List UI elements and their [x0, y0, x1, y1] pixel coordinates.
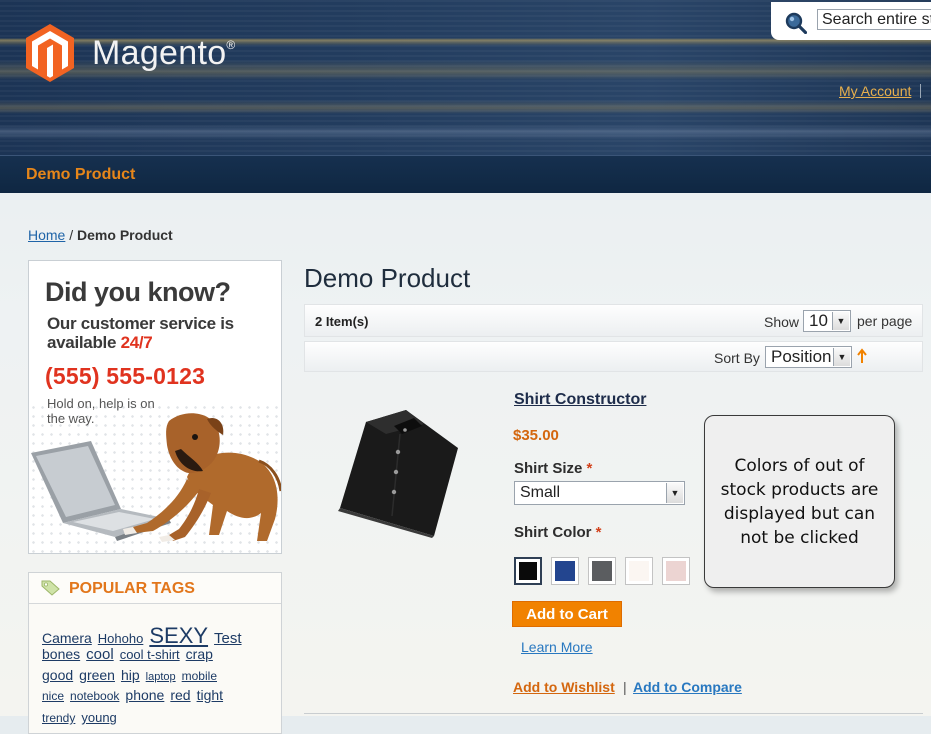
sort-by-select[interactable]: Position ▼	[765, 346, 852, 368]
items-count: 2 Item(s)	[315, 314, 369, 329]
color-swatch-fill	[592, 561, 612, 581]
tag-link[interactable]: trendy	[42, 711, 75, 725]
add-to-wishlist-link[interactable]: Add to Wishlist	[513, 679, 615, 695]
account-links-divider	[920, 84, 921, 98]
tag-link[interactable]: hip	[121, 667, 140, 683]
product-image[interactable]	[336, 404, 466, 540]
sort-direction-arrow-icon[interactable]	[857, 348, 867, 364]
color-swatch-fill	[519, 562, 537, 580]
banner-phone: (555) 555-0123	[45, 363, 206, 389]
per-page-select[interactable]: 10 ▼	[803, 310, 851, 332]
product-price: $35.00	[513, 427, 559, 444]
product-list-divider	[304, 713, 923, 714]
page-header: Magento® My Account	[0, 0, 931, 155]
tag-row: bones cool cool t-shirt crap	[42, 646, 219, 664]
tag-row: good green hip laptop mobile	[42, 667, 223, 685]
color-swatch[interactable]	[588, 557, 616, 585]
tag-link[interactable]: cool	[86, 646, 114, 663]
color-swatch[interactable]	[551, 557, 579, 585]
show-label: Show	[764, 314, 800, 330]
sort-toolbar: Sort By Position ▼	[304, 341, 923, 372]
popular-tags-block: POPULAR TAGS Camera Hohoho SEXY Test bones co…	[28, 572, 282, 734]
breadcrumb-home-link[interactable]: Home	[28, 227, 65, 243]
tag-link[interactable]: young	[81, 710, 116, 725]
tag-link[interactable]: Hohoho	[98, 631, 144, 646]
tag-link[interactable]: green	[79, 667, 115, 683]
tag-link[interactable]: good	[42, 667, 73, 683]
popular-tags-header: POPULAR TAGS	[29, 573, 281, 604]
chevron-down-icon: ▼	[832, 312, 849, 330]
dog-laptop-illustration	[31, 413, 281, 542]
tag-link[interactable]: crap	[186, 646, 213, 662]
chevron-down-icon: ▼	[666, 483, 683, 503]
tag-link[interactable]: bones	[42, 646, 80, 662]
shirt-color-label: Shirt Color *	[514, 524, 602, 541]
logo-wordmark: Magento®	[92, 33, 236, 72]
per-page-label: per page	[857, 313, 913, 329]
tag-row: trendy young	[42, 709, 123, 727]
add-to-compare-link[interactable]: Add to Compare	[633, 679, 742, 695]
tag-link[interactable]: Test	[214, 630, 242, 647]
breadcrumb-separator: /	[65, 227, 78, 243]
color-swatch-fill	[555, 561, 575, 581]
search-icon[interactable]	[785, 12, 807, 34]
color-swatch-fill	[666, 561, 686, 581]
learn-more-link[interactable]: Learn More	[521, 639, 593, 655]
banner-headline: Did you know?	[45, 277, 231, 307]
tag-link[interactable]: SEXY	[149, 623, 208, 648]
magento-logo[interactable]: Magento®	[24, 22, 236, 84]
tag-link[interactable]: notebook	[70, 689, 119, 703]
my-account-link[interactable]: My Account	[839, 83, 911, 99]
tag-link[interactable]: laptop	[146, 671, 176, 683]
search-input[interactable]	[817, 9, 931, 30]
nav-item-demo-product[interactable]: Demo Product	[26, 166, 135, 184]
main-navigation: Demo Product	[0, 155, 931, 193]
tag-link[interactable]: phone	[125, 687, 164, 703]
tag-link[interactable]: Camera	[42, 630, 92, 646]
annotation-callout: Colors of out of stock products are disp…	[704, 415, 895, 588]
banner-subheadline: Our customer service is available 24/7	[47, 314, 234, 352]
shirt-size-select[interactable]: Small ▼	[514, 481, 685, 505]
pager-toolbar: 2 Item(s) Show 10 ▼ per page	[304, 304, 923, 337]
tag-icon	[41, 580, 60, 596]
breadcrumb-current: Demo Product	[77, 227, 173, 243]
color-swatch-fill	[629, 561, 649, 581]
search-box	[771, 2, 931, 40]
popular-tags-title: POPULAR TAGS	[69, 580, 195, 597]
chevron-down-icon: ▼	[833, 348, 850, 366]
color-swatch[interactable]	[514, 557, 542, 585]
sort-by-label: Sort By	[714, 350, 760, 366]
product-name-link[interactable]: Shirt Constructor	[514, 391, 646, 409]
shirt-size-label: Shirt Size *	[514, 460, 593, 477]
tag-link[interactable]: tight	[197, 687, 223, 703]
breadcrumb: Home / Demo Product	[28, 227, 173, 243]
tag-link[interactable]: cool t-shirt	[120, 647, 180, 662]
tag-link[interactable]: red	[170, 687, 190, 703]
customer-service-banner[interactable]: Did you know? Our customer service is av…	[28, 260, 282, 554]
page-title: Demo Product	[304, 263, 471, 293]
add-to-cart-button[interactable]: Add to Cart	[512, 601, 622, 627]
tag-row: nice notebook phone red tight	[42, 687, 229, 705]
tag-link[interactable]: mobile	[182, 669, 217, 683]
magento-logo-icon	[26, 24, 74, 82]
color-swatch[interactable]	[662, 557, 690, 585]
callout-text: Colors of out of stock products are disp…	[720, 456, 879, 548]
tag-link[interactable]: nice	[42, 689, 64, 703]
color-swatch[interactable]	[625, 557, 653, 585]
link-separator: |	[623, 679, 627, 695]
